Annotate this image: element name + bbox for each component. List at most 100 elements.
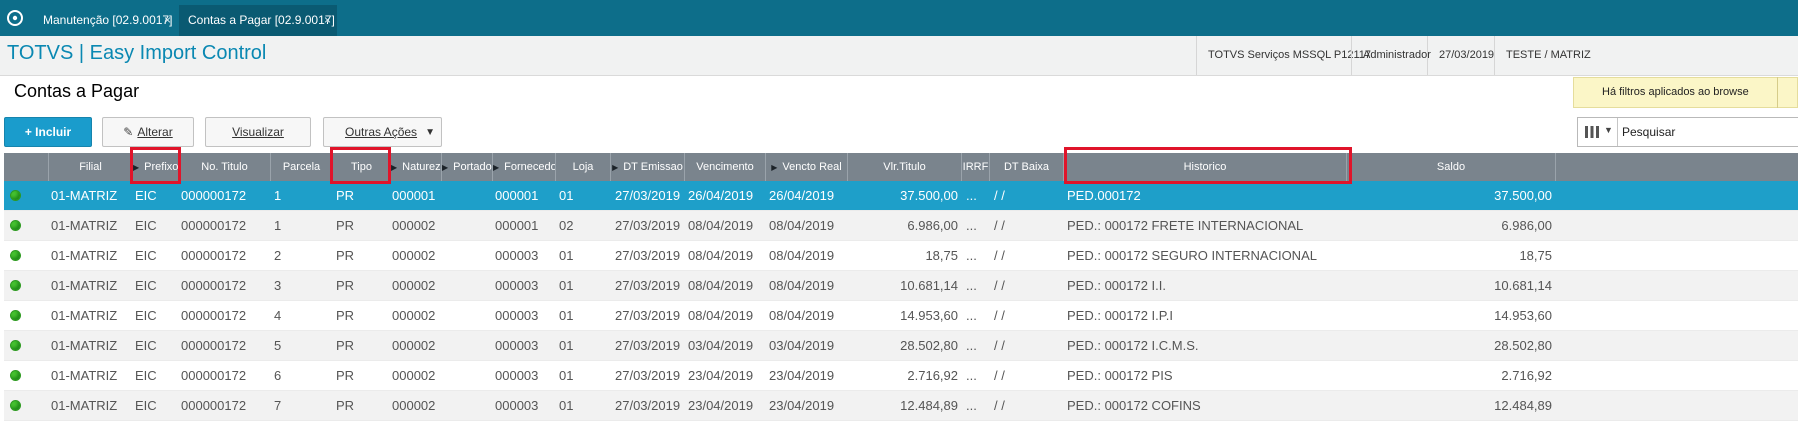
- column-header-status[interactable]: [4, 153, 49, 181]
- column-header-fornecedor[interactable]: ▶ Fornecedor: [493, 153, 556, 181]
- column-header-prefixo[interactable]: ▶ Prefixo: [133, 153, 179, 181]
- column-header-historico[interactable]: Historico: [1064, 153, 1347, 181]
- outras-acoes-label: Outras Ações: [345, 125, 418, 139]
- column-header-vencimento[interactable]: Vencimento: [685, 153, 766, 181]
- column-header-natureza[interactable]: ▶ Natureza: [391, 153, 442, 181]
- tab-label: Manutenção [02.9.0017]: [43, 13, 173, 27]
- close-icon[interactable]: ×: [324, 5, 331, 36]
- cell-dt-baixa: / /: [994, 218, 1005, 233]
- column-header-vlr-titulo[interactable]: Vlr.Titulo: [848, 153, 962, 181]
- cell-loja: 01: [559, 188, 574, 203]
- column-selector-button[interactable]: ▼: [1578, 118, 1618, 146]
- cell-portador: [444, 211, 493, 240]
- table-row[interactable]: 01-MATRIZ EIC 000000172 1 PR 000001 000001 01 27…: [4, 181, 1798, 211]
- cell-vencimento: 23/04/2019: [688, 398, 754, 413]
- close-icon[interactable]: ×: [164, 5, 171, 36]
- pencil-icon: ✎: [123, 125, 134, 139]
- cell-historico: PED.: 000172 COFINS: [1067, 398, 1201, 413]
- app-title: TOTVS | Easy Import Control: [7, 42, 267, 64]
- column-header-label: Historico: [1183, 161, 1227, 173]
- status-indicator-icon: [10, 370, 21, 381]
- cell-historico: PED.: 000172 I.C.M.S.: [1067, 338, 1199, 353]
- cell-no-titulo: 000000172: [181, 218, 247, 233]
- cell-filial: 01-MATRIZ: [51, 368, 118, 383]
- cell-parcela: 4: [274, 308, 282, 323]
- column-header-no-titulo[interactable]: No. Titulo: [179, 153, 271, 181]
- cell-parcela: 6: [274, 368, 282, 383]
- cell-historico: PED.000172: [1067, 188, 1141, 203]
- cell-loja: 01: [559, 398, 574, 413]
- table-row[interactable]: 01-MATRIZ EIC 000000172 2 PR 000002 000003 01 27…: [4, 241, 1798, 271]
- column-header-saldo[interactable]: Saldo: [1347, 153, 1556, 181]
- search-input[interactable]: [1620, 120, 1794, 144]
- cell-vencto-real: 08/04/2019: [769, 308, 835, 323]
- table-row[interactable]: 01-MATRIZ EIC 000000172 7 PR 000002 000003 01 27…: [4, 391, 1798, 421]
- filter-divider: [1777, 77, 1778, 108]
- cell-no-titulo: 000000172: [181, 308, 247, 323]
- alterar-label: Alterar: [137, 125, 173, 139]
- column-header-filial[interactable]: Filial: [49, 153, 133, 181]
- cell-vencimento: 03/04/2019: [688, 338, 754, 353]
- incluir-button[interactable]: + Incluir: [4, 117, 92, 147]
- column-header-vencto-real[interactable]: ▶ Vencto Real: [766, 153, 848, 181]
- cell-irrf: ...: [966, 308, 977, 323]
- cell-dt-baixa: / /: [994, 308, 1005, 323]
- column-header-parcela[interactable]: Parcela: [271, 153, 333, 181]
- cell-fornecedor: 000001: [495, 218, 539, 233]
- cell-fornecedor: 000003: [495, 248, 539, 263]
- cell-parcela: 5: [274, 338, 282, 353]
- cell-historico: PED.: 000172 SEGURO INTERNACIONAL: [1067, 248, 1317, 263]
- column-header-label: Vencto Real: [782, 161, 842, 173]
- table-row[interactable]: 01-MATRIZ EIC 000000172 3 PR 000002 000003 01 27…: [4, 271, 1798, 301]
- tab-manutencao[interactable]: Manutenção [02.9.0017] ×: [34, 5, 182, 36]
- alterar-button[interactable]: ✎ Alterar: [102, 117, 194, 147]
- cell-filial: 01-MATRIZ: [51, 308, 118, 323]
- cell-parcela: 7: [274, 398, 282, 413]
- cell-parcela: 2: [274, 248, 282, 263]
- status-indicator-icon: [10, 250, 21, 261]
- column-header-label: Saldo: [1436, 161, 1466, 173]
- table-row[interactable]: 01-MATRIZ EIC 000000172 5 PR 000002 000003 01 27…: [4, 331, 1798, 361]
- cell-irrf: ...: [966, 398, 977, 413]
- cell-fornecedor: 000003: [495, 278, 539, 293]
- column-header-dt-baixa[interactable]: DT Baixa: [990, 153, 1064, 181]
- cell-historico: PED.: 000172 I.I.: [1067, 278, 1167, 293]
- column-header-label: Tipo: [351, 161, 372, 173]
- cell-natureza: 000002: [392, 308, 436, 323]
- cell-filial: 01-MATRIZ: [51, 398, 118, 413]
- cell-prefixo: EIC: [135, 248, 157, 263]
- cell-irrf: ...: [966, 218, 977, 233]
- column-header-label: Portador: [453, 161, 493, 173]
- column-header-label: Natureza: [402, 161, 441, 173]
- column-header-dt-emissao[interactable]: ▶ DT Emissao: [611, 153, 685, 181]
- chevron-down-icon: ▼: [425, 127, 435, 138]
- visualizar-button[interactable]: Visualizar: [205, 117, 311, 147]
- cell-loja: 01: [559, 278, 574, 293]
- status-company: TESTE / MATRIZ: [1494, 36, 1591, 75]
- table-row[interactable]: 01-MATRIZ EIC 000000172 4 PR 000002 000003 01 27…: [4, 301, 1798, 331]
- cell-natureza: 000002: [392, 278, 436, 293]
- cell-loja: 01: [559, 308, 574, 323]
- cell-saldo: 37.500,00: [1494, 188, 1552, 203]
- column-header-portador[interactable]: ▶ Portador: [442, 153, 493, 181]
- cell-dt-emissao: 27/03/2019: [615, 278, 681, 293]
- cell-vencto-real: 23/04/2019: [769, 398, 835, 413]
- cell-no-titulo: 000000172: [181, 338, 247, 353]
- column-header-irrf[interactable]: IRRF: [962, 153, 990, 181]
- cell-loja: 02: [559, 218, 574, 233]
- table-row[interactable]: 01-MATRIZ EIC 000000172 6 PR 000002 000003 01 27…: [4, 361, 1798, 391]
- cell-no-titulo: 000000172: [181, 278, 247, 293]
- column-header-tipo[interactable]: Tipo: [333, 153, 391, 181]
- cell-vencto-real: 08/04/2019: [769, 218, 835, 233]
- cell-irrf: ...: [966, 248, 977, 263]
- cell-dt-emissao: 27/03/2019: [615, 308, 681, 323]
- cell-vencimento: 08/04/2019: [688, 308, 754, 323]
- outras-acoes-button[interactable]: Outras Ações ▼: [323, 117, 442, 147]
- totvs-logo-icon[interactable]: [6, 9, 24, 27]
- column-header-loja[interactable]: Loja: [556, 153, 611, 181]
- table-row[interactable]: 01-MATRIZ EIC 000000172 1 PR 000002 000001 02 27…: [4, 211, 1798, 241]
- cell-vencimento: 23/04/2019: [688, 368, 754, 383]
- cell-prefixo: EIC: [135, 278, 157, 293]
- tab-contas-a-pagar[interactable]: Contas a Pagar [02.9.0017] ×: [179, 5, 337, 36]
- sort-arrow-icon: ▶: [771, 163, 778, 172]
